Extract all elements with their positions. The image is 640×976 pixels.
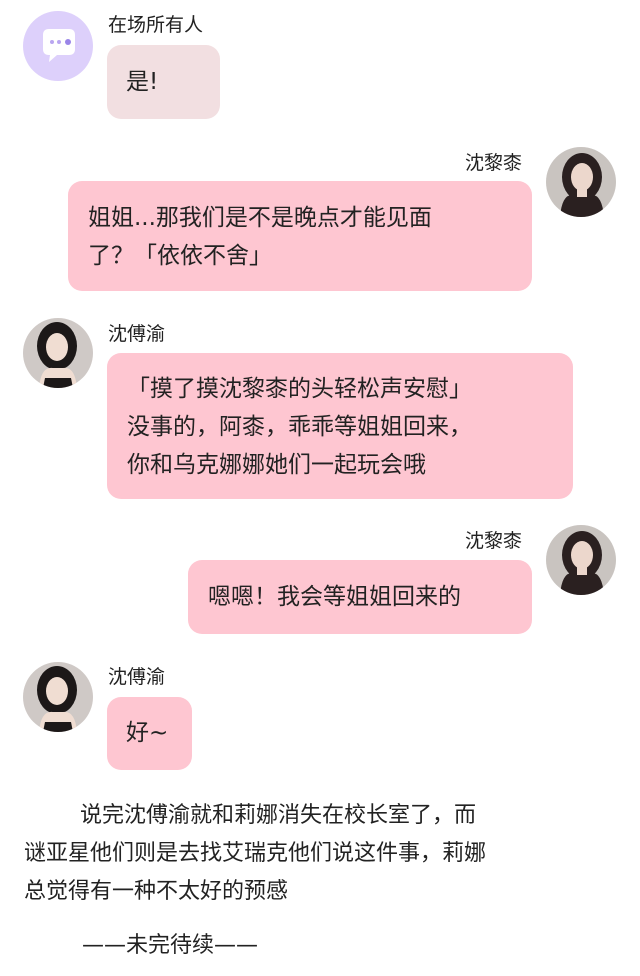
message-bubble[interactable]: 是! xyxy=(107,45,220,119)
message-text: 好~ xyxy=(126,720,169,746)
group-avatar[interactable] xyxy=(23,11,93,81)
portrait-avatar-icon xyxy=(546,147,616,217)
message-line: 没事的，阿桼，乖乖等姐姐回来， xyxy=(127,414,472,440)
message-bubble[interactable]: 好~ xyxy=(107,697,192,770)
message-line: 你和乌克娜娜她们一起玩会哦 xyxy=(127,452,426,478)
chat-bubble-icon xyxy=(43,29,75,62)
sender-name: 沈傅渝 xyxy=(108,323,166,345)
to-be-continued-text: ——未完待续—— xyxy=(82,933,259,958)
sender-name: 沈傅渝 xyxy=(108,666,166,688)
portrait-avatar-icon xyxy=(23,662,93,732)
message-bubble[interactable]: 姐姐...那我们是不是晚点才能见面 了？「依依不舍」 xyxy=(68,181,532,291)
sender-name: 沈黎桼 xyxy=(465,152,523,174)
sender-name: 沈黎桼 xyxy=(465,530,523,552)
user-avatar[interactable] xyxy=(23,662,93,732)
user-avatar[interactable] xyxy=(546,147,616,217)
message-text: 是! xyxy=(126,69,159,95)
narration-text: 说完沈傅渝就和莉娜消失在校长室了，而 谜亚星他们则是去找艾瑞克他们说这件事，莉娜… xyxy=(24,797,616,911)
message-text: 嗯嗯！我会等姐姐回来的 xyxy=(208,584,461,610)
portrait-avatar-icon xyxy=(23,318,93,388)
narration-line: 谜亚星他们则是去找艾瑞克他们说这件事，莉娜 xyxy=(24,841,487,866)
user-avatar[interactable] xyxy=(546,525,616,595)
sender-name: 在场所有人 xyxy=(108,14,204,36)
user-avatar[interactable] xyxy=(23,318,93,388)
message-line: 了？「依依不舍」 xyxy=(88,243,272,269)
message-bubble[interactable]: 「摸了摸沈黎桼的头轻松声安慰」 没事的，阿桼，乖乖等姐姐回来， 你和乌克娜娜她们… xyxy=(107,353,573,499)
narration-line: 说完沈傅渝就和莉娜消失在校长室了，而 xyxy=(80,803,477,828)
message-line: 姐姐...那我们是不是晚点才能见面 xyxy=(88,205,432,231)
narration-line: 总觉得有一种不太好的预感 xyxy=(24,879,289,904)
message-bubble[interactable]: 嗯嗯！我会等姐姐回来的 xyxy=(188,560,532,634)
portrait-avatar-icon xyxy=(546,525,616,595)
message-line: 「摸了摸沈黎桼的头轻松声安慰」 xyxy=(127,376,472,402)
